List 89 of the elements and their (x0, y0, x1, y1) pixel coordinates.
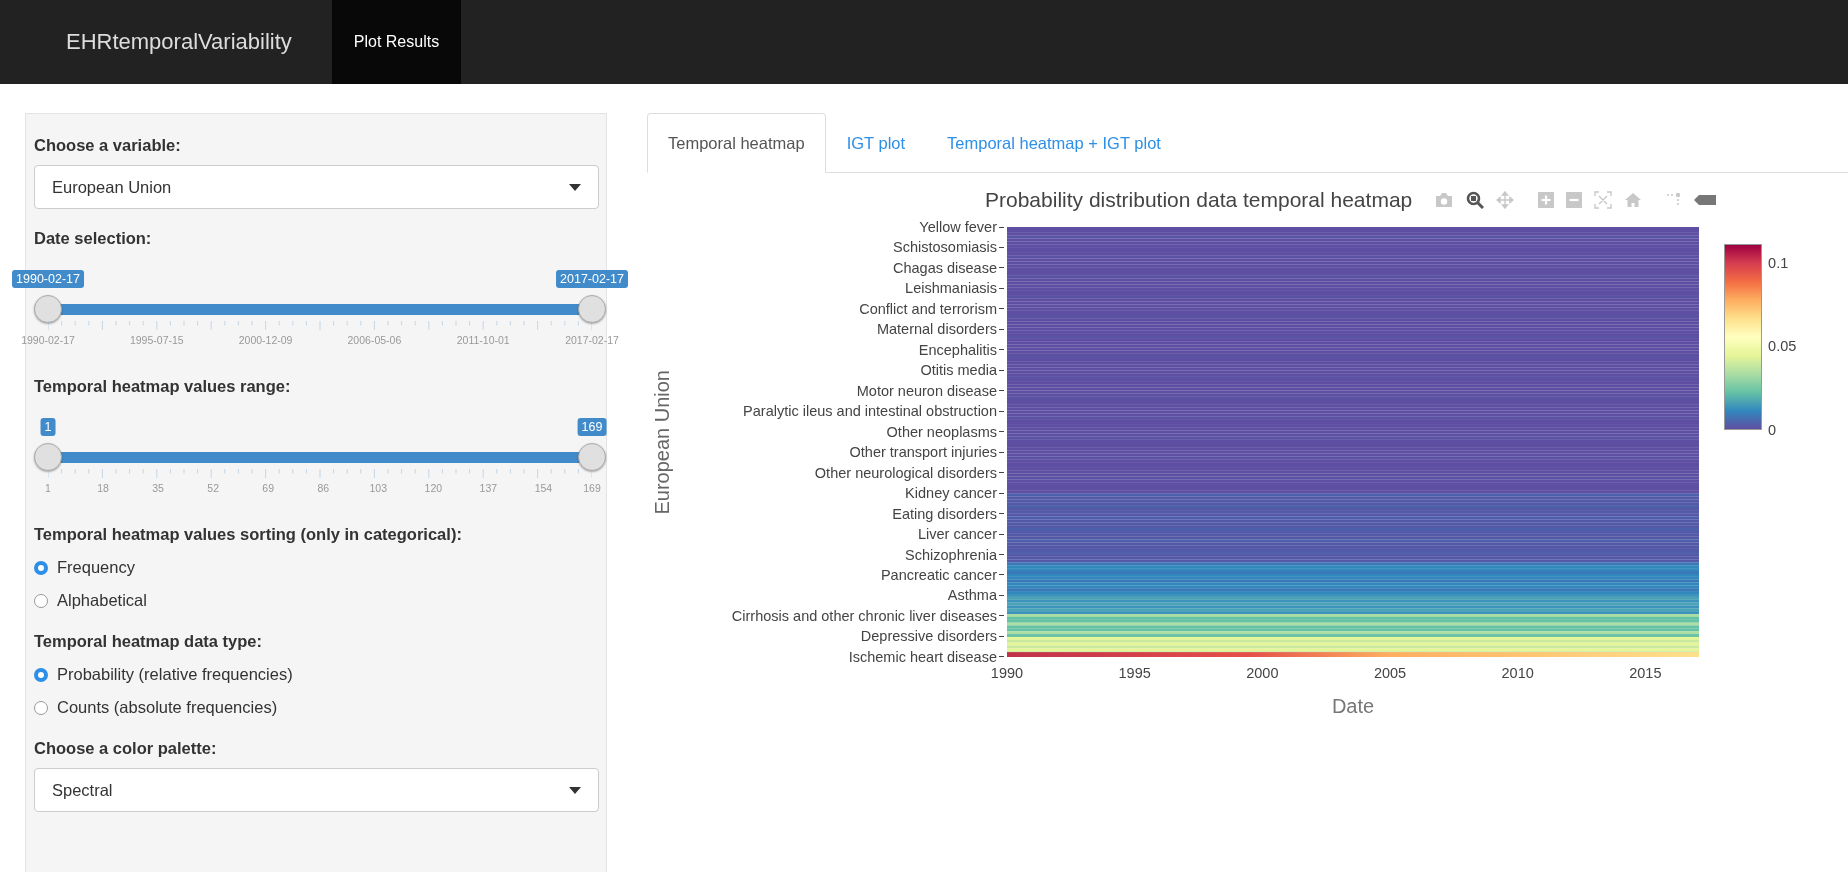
pan-icon[interactable] (1496, 191, 1515, 209)
radio-label[interactable]: Counts (absolute frequencies) (57, 698, 278, 717)
hover-tag-icon[interactable] (1694, 194, 1717, 206)
tick-label: 2011-10-01 (456, 334, 510, 346)
tick-label: 137 (479, 482, 498, 494)
y-axis-label: Other transport injuries (849, 444, 997, 461)
field-label: Date selection: (34, 229, 153, 248)
radio-button[interactable] (34, 593, 48, 608)
tick-label: 103 (369, 482, 388, 494)
slider-handle[interactable] (34, 443, 62, 471)
y-axis-label: Kidney cancer (905, 485, 997, 502)
y-axis-label: Yellow fever (919, 219, 997, 235)
y-axis-label: Cirrhosis and other chronic liver diseases (731, 607, 997, 624)
y-axis-label: Paralytic ileus and intestinal obstruction (743, 403, 997, 420)
nav-tab[interactable]: Plot Results (331, 0, 462, 84)
radio-button[interactable] (34, 700, 48, 715)
tick-label: 120 (424, 482, 443, 494)
tick-label: 2017-02-17 (565, 334, 619, 346)
variable-select[interactable]: European Union (34, 165, 599, 209)
y-axis-label: Asthma (947, 587, 997, 604)
x-axis-label: 2010 (1501, 665, 1534, 681)
x-axis-label: 1990 (990, 665, 1024, 681)
chart-title: Probability distribution data temporal heatmap (985, 188, 1413, 212)
y-axis-label: Motor neuron disease (856, 382, 997, 399)
field-label: Temporal heatmap data type: (34, 632, 263, 651)
x-axis-label: 2000 (1246, 665, 1279, 681)
zoom-in-icon[interactable] (1538, 192, 1555, 208)
x-axis-label: 1995 (1118, 665, 1151, 681)
tick-label: 69 (262, 482, 275, 494)
tick-label: 2000-12-09 (238, 334, 293, 346)
x-axis-label: 2005 (1373, 665, 1407, 681)
tick-label: 1995-07-15 (129, 334, 184, 346)
colorbar-label: 0.05 (1768, 338, 1797, 355)
tick-label: 35 (152, 482, 164, 494)
spike-lines-icon[interactable] (1666, 192, 1683, 208)
y-axis-label: Conflict and terrorism (859, 300, 997, 317)
y-axis-title: European Union (650, 369, 674, 515)
y-axis-label: Depressive disorders (860, 628, 997, 645)
y-axis-label: Eating disorders (892, 505, 997, 522)
field-label: Temporal heatmap values range: (34, 377, 292, 396)
y-axis-label: Leishmaniasis (905, 280, 997, 297)
tick-label: 2006-05-06 (347, 334, 402, 346)
slider-handle[interactable] (578, 295, 606, 323)
slider-handle[interactable] (34, 295, 62, 323)
zoom-icon[interactable] (1466, 191, 1485, 209)
tick-label: 169 (583, 482, 601, 494)
y-axis-label: Chagas disease (893, 259, 997, 276)
radio-label[interactable]: Probability (relative frequencies) (57, 665, 293, 684)
y-axis-label: Otitis media (920, 362, 997, 379)
tick-label: 1990-02-17 (21, 334, 75, 346)
y-axis-label: Maternal disorders (876, 321, 997, 338)
x-axis-title: Date (1331, 695, 1375, 718)
radio-label[interactable]: Alphabetical (57, 591, 147, 610)
app-title: EHRtemporalVariability (66, 29, 292, 55)
y-axis-label: Encephalitis (918, 341, 997, 358)
y-axis-label: Other neoplasms (886, 423, 997, 440)
y-axis-label: Schistosomiasis (893, 239, 997, 256)
value-badge: 2017-02-17 (556, 270, 628, 288)
colorbar-label: 0.1 (1768, 254, 1789, 271)
tick-label: 86 (317, 482, 330, 494)
field-label: Temporal heatmap values sorting (only in categorical): (34, 525, 463, 544)
tab[interactable]: Temporal heatmap (647, 113, 826, 173)
caret-icon (569, 786, 581, 794)
slider-handle[interactable] (578, 443, 606, 471)
y-axis-label: Pancreatic cancer (880, 566, 997, 583)
field-label: Choose a color palette: (34, 739, 218, 758)
radio-button[interactable] (34, 667, 48, 682)
y-axis-label: Schizophrenia (905, 546, 997, 563)
autoscale-icon[interactable] (1594, 191, 1613, 209)
value-badge: 1 (40, 418, 56, 436)
caret-icon (569, 183, 581, 191)
radio-button[interactable] (34, 560, 48, 575)
y-axis-label: Ischemic heart disease (848, 648, 997, 665)
y-axis-label: Liver cancer (918, 526, 997, 543)
tick-label: 52 (207, 482, 219, 494)
tick-label: 1 (45, 482, 51, 494)
tick-label: 18 (97, 482, 109, 494)
value-badge: 169 (577, 418, 607, 436)
x-axis-label: 2015 (1629, 665, 1662, 681)
field-label: Choose a variable: (34, 136, 182, 155)
radio-label[interactable]: Frequency (57, 558, 135, 577)
zoom-out-icon[interactable] (1566, 192, 1583, 208)
value-badge: 1990-02-17 (12, 270, 84, 288)
palette-select[interactable]: Spectral (34, 768, 599, 812)
y-axis-label: Other neurological disorders (814, 464, 997, 481)
tick-label: 154 (534, 482, 553, 494)
colorbar-label: 0 (1768, 422, 1777, 438)
home-icon[interactable] (1624, 192, 1643, 208)
camera-icon[interactable] (1434, 192, 1455, 208)
